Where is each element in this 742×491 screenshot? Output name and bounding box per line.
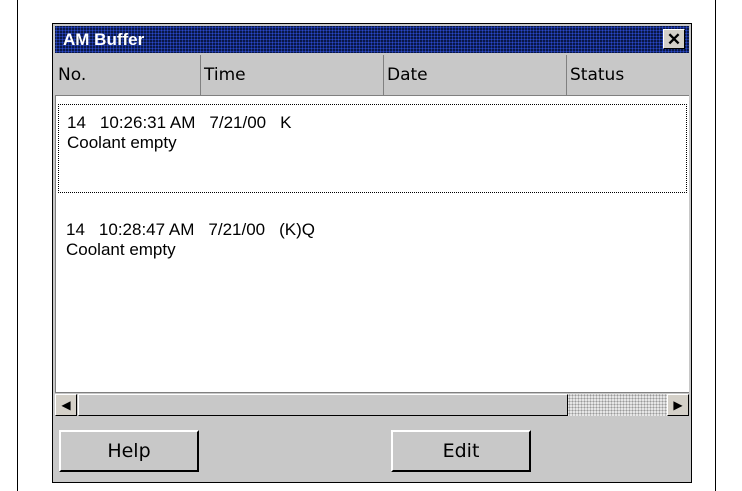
edit-button[interactable]: Edit — [391, 430, 531, 472]
window-title: AM Buffer — [63, 30, 145, 49]
entry-date: 7/21/00 — [209, 113, 267, 132]
column-header-no[interactable]: No. — [55, 55, 201, 95]
entry-time: 10:28:47 AM — [98, 220, 195, 239]
arrow-right-icon: ▶ — [673, 398, 683, 412]
entry-no: 14 — [66, 220, 85, 239]
scroll-right-button[interactable]: ▶ — [667, 394, 689, 416]
am-buffer-window: AM Buffer ✕ No. Time Date Status 14 10:26… — [52, 23, 692, 483]
title-bar[interactable]: AM Buffer ✕ — [55, 26, 689, 53]
entry-summary: 14 10:28:47 AM 7/21/00 (K)Q — [66, 220, 679, 240]
buffer-list: 14 10:26:31 AM 7/21/00 K Coolant empty 14 10… — [55, 96, 689, 392]
column-header-date[interactable]: Date — [384, 55, 567, 95]
close-icon: ✕ — [666, 29, 682, 49]
entry-status: (K)Q — [279, 220, 316, 239]
horizontal-scrollbar[interactable]: ◀ ▶ — [55, 392, 689, 417]
list-item[interactable]: 14 10:26:31 AM 7/21/00 K Coolant empty — [58, 104, 687, 193]
help-button[interactable]: Help — [59, 430, 199, 472]
entry-summary: 14 10:26:31 AM 7/21/00 K — [67, 113, 678, 133]
column-header-row: No. Time Date Status — [55, 55, 689, 96]
column-header-status[interactable]: Status — [567, 55, 693, 95]
scroll-left-button[interactable]: ◀ — [55, 394, 77, 416]
page-border-left — [17, 0, 18, 491]
entry-message: Coolant empty — [66, 240, 176, 259]
page-border-right — [715, 0, 716, 491]
close-button[interactable]: ✕ — [663, 29, 685, 49]
scroll-thumb[interactable] — [78, 394, 568, 416]
column-header-time[interactable]: Time — [201, 55, 384, 95]
entry-status: K — [280, 113, 292, 132]
list-item[interactable]: 14 10:28:47 AM 7/21/00 (K)Q Coolant empty — [58, 212, 687, 282]
entry-message: Coolant empty — [67, 133, 177, 152]
scroll-track[interactable] — [568, 394, 669, 416]
entry-time: 10:26:31 AM — [99, 113, 196, 132]
entry-no: 14 — [67, 113, 86, 132]
entry-date: 7/21/00 — [208, 220, 266, 239]
arrow-left-icon: ◀ — [61, 398, 71, 412]
